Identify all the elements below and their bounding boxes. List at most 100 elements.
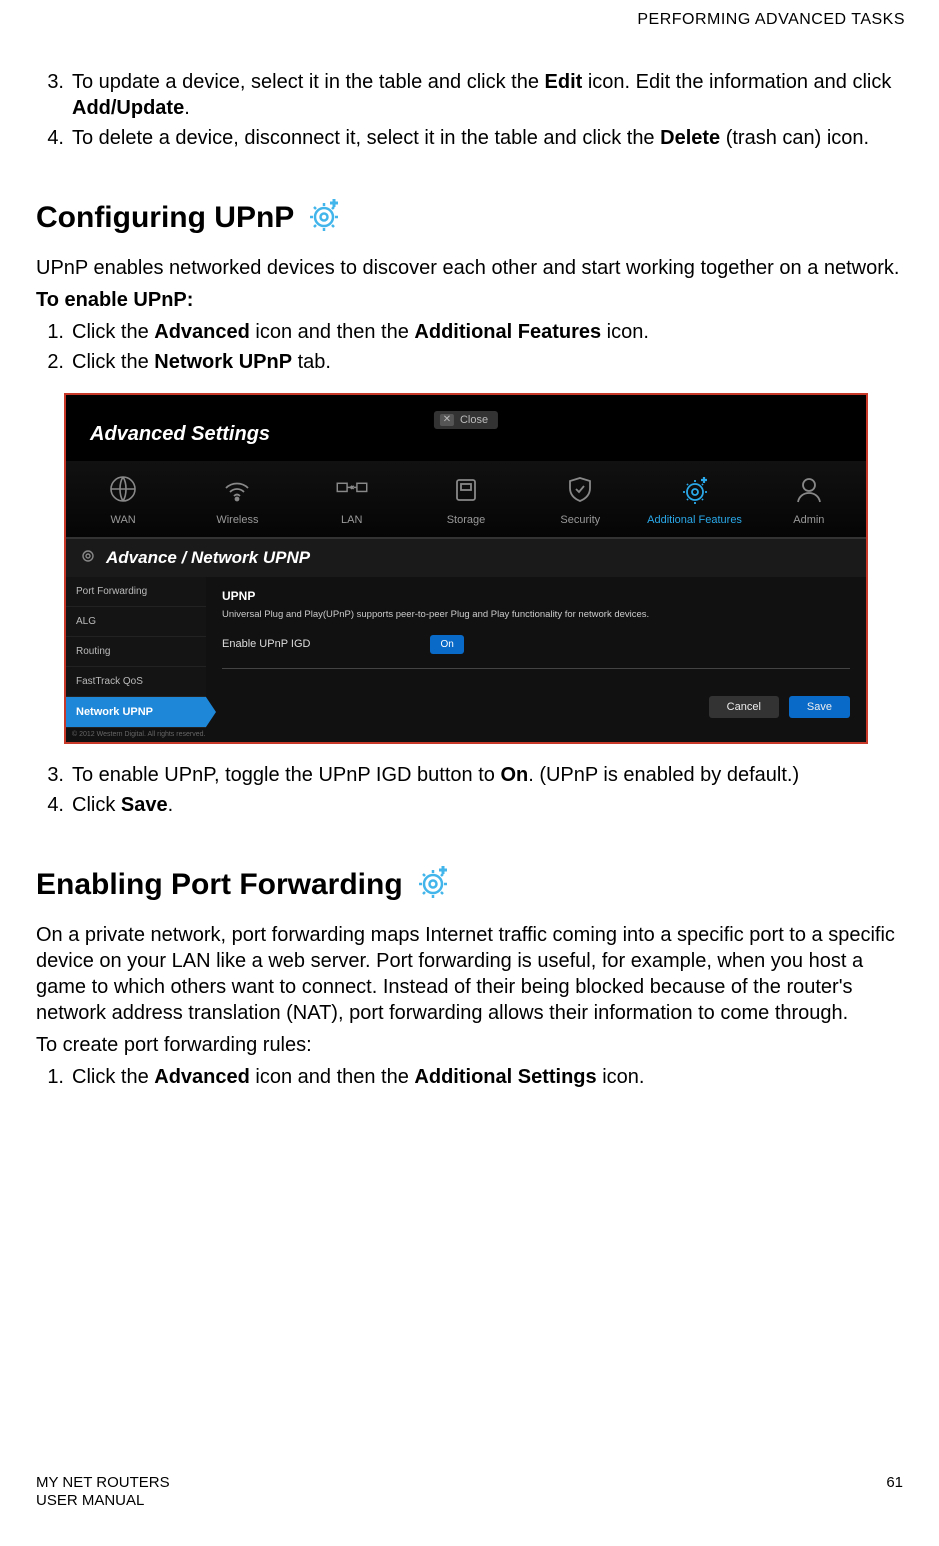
sidebar-item-fasttrack-qos[interactable]: FastTrack QoS	[66, 667, 206, 697]
list-item: 1. Click the Advanced icon and then the …	[72, 319, 903, 345]
button-row: Cancel Save	[206, 686, 866, 728]
text: To delete a device, disconnect it, selec…	[72, 127, 660, 149]
tab-label: Additional Features	[647, 513, 742, 527]
sidebar-item-routing[interactable]: Routing	[66, 637, 206, 667]
storage-icon	[448, 471, 484, 507]
content-description: Universal Plug and Play(UPnP) supports p…	[222, 609, 850, 621]
content-area: UPNP Universal Plug and Play(UPnP) suppo…	[206, 577, 866, 686]
portfwd-intro: On a private network, port forwarding ma…	[36, 922, 903, 1026]
bold: Edit	[545, 71, 583, 93]
sidebar: Port Forwarding ALG Routing FastTrack Qo…	[66, 577, 206, 728]
tab-label: WAN	[111, 513, 136, 527]
product-name: MY NET ROUTERS	[36, 1474, 170, 1492]
lan-icon	[334, 471, 370, 507]
tab-label: Admin	[793, 513, 824, 527]
heading-text: Configuring UPnP	[36, 198, 294, 237]
step-number: 1.	[36, 1064, 64, 1090]
bold: Save	[121, 794, 168, 816]
tab-label: Security	[560, 513, 600, 527]
text: To update a device, select it in the tab…	[72, 71, 545, 93]
upnp-intro: UPnP enables networked devices to discov…	[36, 255, 903, 281]
wifi-icon	[219, 471, 255, 507]
toggle-row: Enable UPnP IGD On	[222, 635, 850, 669]
page-footer: MY NET ROUTERS USER MANUAL 61	[36, 1474, 903, 1510]
close-label: Close	[460, 413, 488, 427]
toggle-label: Enable UPnP IGD	[222, 637, 310, 651]
tab-wireless[interactable]: Wireless	[180, 461, 294, 537]
text: icon and then the	[250, 321, 415, 343]
text: (trash can) icon.	[720, 127, 869, 149]
sidebar-item-port-forwarding[interactable]: Port Forwarding	[66, 577, 206, 607]
text: Click the	[72, 351, 154, 373]
tab-label: Storage	[447, 513, 486, 527]
text: Click the	[72, 321, 154, 343]
list-item: 2. Click the Network UPnP tab.	[72, 349, 903, 375]
list-item: 1. Click the Advanced icon and then the …	[72, 1064, 903, 1090]
list-item: 3. To update a device, select it in the …	[72, 69, 903, 121]
text: icon and then the	[250, 1066, 415, 1088]
intro-step-list: 3. To update a device, select it in the …	[36, 69, 903, 151]
gear-icon	[80, 548, 96, 569]
user-icon	[791, 471, 827, 507]
text: . (UPnP is enabled by default.)	[528, 764, 799, 786]
footer-left: MY NET ROUTERS USER MANUAL	[36, 1474, 170, 1510]
save-button[interactable]: Save	[789, 696, 850, 718]
upnp-toggle[interactable]: On	[430, 635, 463, 654]
close-button[interactable]: ✕ Close	[434, 411, 498, 429]
text: .	[184, 97, 190, 119]
copyright-text: © 2012 Western Digital. All rights reser…	[66, 728, 866, 741]
text: Click the	[72, 1066, 154, 1088]
bold: Advanced	[154, 1066, 250, 1088]
portfwd-steps: 1. Click the Advanced icon and then the …	[36, 1064, 903, 1090]
text: To enable UPnP, toggle the UPnP IGD butt…	[72, 764, 500, 786]
heading-port-forwarding: Enabling Port Forwarding	[36, 860, 903, 910]
top-tabs: WAN Wireless LAN Storage Security Additi…	[66, 461, 866, 538]
page-number: 61	[886, 1474, 903, 1510]
cancel-button[interactable]: Cancel	[709, 696, 779, 718]
shield-icon	[562, 471, 598, 507]
tab-storage[interactable]: Storage	[409, 461, 523, 537]
bold: On	[500, 764, 528, 786]
tab-security[interactable]: Security	[523, 461, 637, 537]
tab-label: LAN	[341, 513, 362, 527]
tab-label: Wireless	[216, 513, 258, 527]
bold: Advanced	[154, 321, 250, 343]
upnp-steps-a: 1. Click the Advanced icon and then the …	[36, 319, 903, 375]
bold: Additional Settings	[414, 1066, 596, 1088]
bold: Delete	[660, 127, 720, 149]
tab-admin[interactable]: Admin	[752, 461, 866, 537]
text: .	[168, 794, 174, 816]
step-number: 3.	[36, 762, 64, 788]
bold: Additional Features	[414, 321, 601, 343]
bold: Add/Update	[72, 97, 184, 119]
content-title: UPNP	[222, 589, 850, 605]
step-number: 4.	[36, 125, 64, 151]
panel-body: Port Forwarding ALG Routing FastTrack Qo…	[66, 577, 866, 728]
tab-additional-features[interactable]: Additional Features	[637, 461, 751, 537]
step-number: 3.	[36, 69, 64, 95]
text: icon.	[597, 1066, 645, 1088]
list-item: 4. To delete a device, disconnect it, se…	[72, 125, 903, 151]
tab-wan[interactable]: WAN	[66, 461, 180, 537]
sidebar-item-alg[interactable]: ALG	[66, 607, 206, 637]
heading-upnp: Configuring UPnP	[36, 193, 903, 243]
step-number: 2.	[36, 349, 64, 375]
upnp-steps-b: 3. To enable UPnP, toggle the UPnP IGD b…	[36, 762, 903, 818]
upnp-enable-label: To enable UPnP:	[36, 287, 903, 313]
router-ui-screenshot: ✕ Close Advanced Settings WAN Wireless L…	[64, 393, 868, 744]
heading-text: Enabling Port Forwarding	[36, 865, 403, 904]
breadcrumb-bar: Advance / Network UPNP	[66, 538, 866, 577]
bold: Network UPnP	[154, 351, 292, 373]
text: icon.	[601, 321, 649, 343]
text: Click	[72, 794, 121, 816]
gear-plus-icon	[304, 193, 344, 243]
doc-type: USER MANUAL	[36, 1492, 170, 1510]
sidebar-item-network-upnp[interactable]: Network UPNP	[66, 697, 206, 728]
text: tab.	[292, 351, 331, 373]
close-icon: ✕	[440, 414, 454, 426]
tab-lan[interactable]: LAN	[295, 461, 409, 537]
globe-icon	[105, 471, 141, 507]
section-header: PERFORMING ADVANCED TASKS	[36, 10, 905, 31]
gear-plus-icon	[677, 471, 713, 507]
list-item: 3. To enable UPnP, toggle the UPnP IGD b…	[72, 762, 903, 788]
